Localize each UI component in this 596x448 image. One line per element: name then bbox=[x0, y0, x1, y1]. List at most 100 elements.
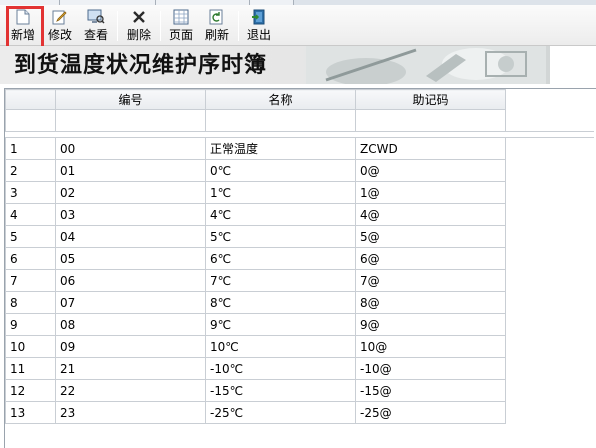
name-cell[interactable]: 正常温度 bbox=[205, 137, 356, 160]
empty-cell bbox=[506, 314, 594, 336]
code-cell[interactable]: 05 bbox=[55, 247, 206, 270]
table-row[interactable]: 3 02 1℃ 1@ bbox=[5, 181, 594, 204]
delete-button[interactable]: 删除 bbox=[124, 7, 154, 45]
mnemonic-cell[interactable]: -10@ bbox=[355, 357, 506, 380]
row-number-cell: 10 bbox=[5, 335, 56, 358]
row-number-cell: 11 bbox=[5, 357, 56, 380]
table-row[interactable]: 2 01 0℃ 0@ bbox=[5, 159, 594, 182]
name-cell[interactable]: 7℃ bbox=[205, 269, 356, 292]
table-row[interactable]: 8 07 8℃ 8@ bbox=[5, 291, 594, 314]
mnemonic-cell[interactable]: 8@ bbox=[355, 291, 506, 314]
table-row[interactable]: 12 22 -15℃ -15@ bbox=[5, 379, 594, 402]
table-row[interactable]: 9 08 9℃ 9@ bbox=[5, 313, 594, 336]
mnemonic-cell[interactable]: ZCWD bbox=[355, 137, 506, 160]
column-header-code[interactable]: 编号 bbox=[55, 89, 206, 110]
exit-button[interactable]: 退出 bbox=[244, 7, 274, 45]
table-row[interactable]: 6 05 6℃ 6@ bbox=[5, 247, 594, 270]
row-number-cell: 9 bbox=[5, 313, 56, 336]
row-number-cell: 1 bbox=[5, 137, 56, 160]
name-cell[interactable]: 1℃ bbox=[205, 181, 356, 204]
table-row[interactable]: 1 00 正常温度 ZCWD bbox=[5, 137, 594, 160]
name-cell[interactable]: -25℃ bbox=[205, 401, 356, 424]
row-number-cell: 6 bbox=[5, 247, 56, 270]
code-cell[interactable]: 21 bbox=[55, 357, 206, 380]
code-cell[interactable]: 07 bbox=[55, 291, 206, 314]
name-cell[interactable]: 4℃ bbox=[205, 203, 356, 226]
code-cell[interactable]: 09 bbox=[55, 335, 206, 358]
edit-button-label: 修改 bbox=[47, 28, 72, 42]
refresh-button[interactable]: 刷新 bbox=[202, 7, 232, 45]
filter-cell-code[interactable] bbox=[55, 109, 206, 132]
filter-cell-name[interactable] bbox=[205, 109, 356, 132]
empty-cell bbox=[506, 138, 594, 160]
name-cell[interactable]: -10℃ bbox=[205, 357, 356, 380]
column-header-mnemonic[interactable]: 助记码 bbox=[355, 89, 506, 110]
mnemonic-cell[interactable]: -25@ bbox=[355, 401, 506, 424]
code-cell[interactable]: 08 bbox=[55, 313, 206, 336]
mnemonic-cell[interactable]: 6@ bbox=[355, 247, 506, 270]
mnemonic-cell[interactable]: 9@ bbox=[355, 313, 506, 336]
empty-cell bbox=[506, 270, 594, 292]
table-row[interactable]: 11 21 -10℃ -10@ bbox=[5, 357, 594, 380]
row-number-cell: 3 bbox=[5, 181, 56, 204]
empty-cell bbox=[506, 292, 594, 314]
view-monitor-icon bbox=[87, 8, 105, 26]
code-cell[interactable]: 01 bbox=[55, 159, 206, 182]
code-cell[interactable]: 00 bbox=[55, 137, 206, 160]
name-cell[interactable]: 9℃ bbox=[205, 313, 356, 336]
data-table: 编号 名称 助记码 1 00 正常温度 ZCWD 2 01 0℃ 0@ 3 02 1℃ 1@ 4 03 4℃… bbox=[5, 89, 594, 424]
toolbar-separator bbox=[238, 11, 239, 41]
exit-button-label: 退出 bbox=[246, 28, 271, 42]
empty-cell bbox=[506, 182, 594, 204]
toolbar: 新增 修改 查看 删除 页面 刷新 退出 bbox=[0, 5, 596, 52]
table-row[interactable]: 4 03 4℃ 4@ bbox=[5, 203, 594, 226]
view-button[interactable]: 查看 bbox=[81, 7, 111, 45]
page-button[interactable]: 页面 bbox=[166, 7, 196, 45]
table-row[interactable]: 7 06 7℃ 7@ bbox=[5, 269, 594, 292]
code-cell[interactable]: 06 bbox=[55, 269, 206, 292]
name-cell[interactable]: 6℃ bbox=[205, 247, 356, 270]
banner-right-fill bbox=[550, 46, 596, 84]
mnemonic-cell[interactable]: 0@ bbox=[355, 159, 506, 182]
edit-pencil-icon bbox=[51, 8, 69, 26]
mnemonic-cell[interactable]: -15@ bbox=[355, 379, 506, 402]
table-row[interactable]: 5 04 5℃ 5@ bbox=[5, 225, 594, 248]
empty-cell bbox=[506, 336, 594, 358]
code-cell[interactable]: 03 bbox=[55, 203, 206, 226]
row-number-cell: 2 bbox=[5, 159, 56, 182]
code-cell[interactable]: 02 bbox=[55, 181, 206, 204]
mnemonic-cell[interactable]: 10@ bbox=[355, 335, 506, 358]
filter-cell-mnemonic[interactable] bbox=[355, 109, 506, 132]
name-cell[interactable]: 10℃ bbox=[205, 335, 356, 358]
empty-cell bbox=[506, 402, 594, 424]
row-number-cell: 8 bbox=[5, 291, 56, 314]
delete-button-label: 删除 bbox=[126, 28, 151, 42]
column-header-name[interactable]: 名称 bbox=[205, 89, 356, 110]
mnemonic-cell[interactable]: 5@ bbox=[355, 225, 506, 248]
filter-row bbox=[5, 109, 594, 132]
toolbar-separator bbox=[160, 11, 161, 41]
name-cell[interactable]: 5℃ bbox=[205, 225, 356, 248]
row-number-cell: 12 bbox=[5, 379, 56, 402]
empty-cell bbox=[506, 358, 594, 380]
empty-cell bbox=[506, 204, 594, 226]
mnemonic-cell[interactable]: 1@ bbox=[355, 181, 506, 204]
edit-button[interactable]: 修改 bbox=[45, 7, 75, 45]
code-cell[interactable]: 23 bbox=[55, 401, 206, 424]
view-button-label: 查看 bbox=[83, 28, 108, 42]
name-cell[interactable]: -15℃ bbox=[205, 379, 356, 402]
mnemonic-cell[interactable]: 7@ bbox=[355, 269, 506, 292]
mnemonic-cell[interactable]: 4@ bbox=[355, 203, 506, 226]
filter-cell-empty bbox=[506, 110, 594, 132]
data-grid[interactable]: 编号 名称 助记码 1 00 正常温度 ZCWD 2 01 0℃ 0@ 3 02 1℃ 1@ 4 03 4℃… bbox=[4, 88, 596, 448]
table-row[interactable]: 13 23 -25℃ -25@ bbox=[5, 401, 594, 424]
name-cell[interactable]: 8℃ bbox=[205, 291, 356, 314]
table-row[interactable]: 10 09 10℃ 10@ bbox=[5, 335, 594, 358]
name-cell[interactable]: 0℃ bbox=[205, 159, 356, 182]
code-cell[interactable]: 04 bbox=[55, 225, 206, 248]
page-grid-icon bbox=[172, 8, 190, 26]
refresh-icon bbox=[208, 8, 226, 26]
code-cell[interactable]: 22 bbox=[55, 379, 206, 402]
banner-decoration-image bbox=[306, 46, 546, 84]
empty-cell bbox=[506, 160, 594, 182]
